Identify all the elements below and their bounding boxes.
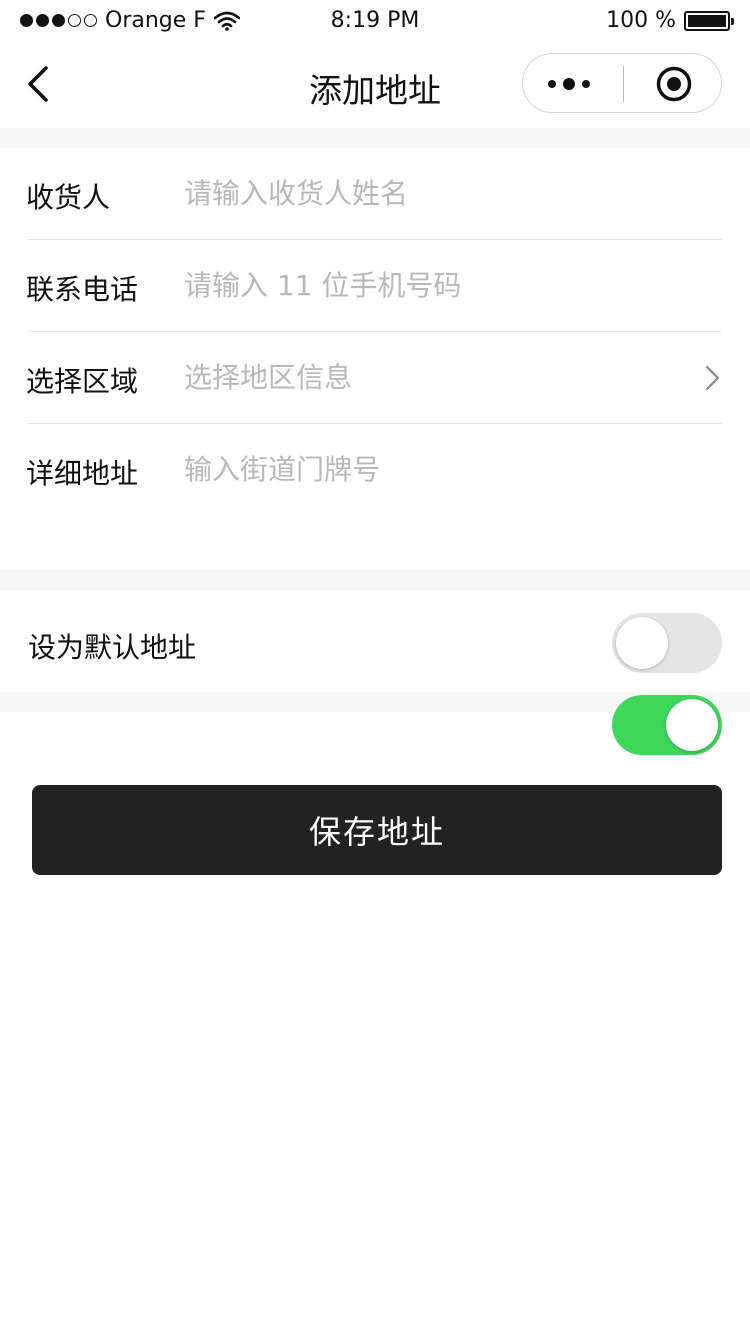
- target-circle-icon[interactable]: [656, 66, 692, 102]
- form-row-phone: 联系电话: [0, 240, 750, 332]
- phone-input[interactable]: [184, 262, 694, 308]
- form-row-detail-address: 详细地址: [0, 424, 750, 570]
- default-address-label: 设为默认地址: [28, 631, 197, 664]
- recipient-label: 收货人: [26, 181, 111, 214]
- default-address-toggle-on[interactable]: [612, 695, 722, 755]
- toggle-knob: [666, 699, 718, 751]
- section-gap: [0, 128, 750, 148]
- region-label: 选择区域: [26, 365, 139, 398]
- chevron-right-icon: [705, 365, 720, 391]
- detail-address-input[interactable]: [184, 446, 694, 492]
- form-row-recipient: 收货人: [0, 148, 750, 240]
- recipient-input[interactable]: [184, 170, 694, 216]
- form-row-region[interactable]: 选择区域: [0, 332, 750, 424]
- region-input[interactable]: [184, 354, 694, 400]
- status-right: 100 %: [606, 8, 734, 33]
- add-address-page: Orange F 8:19 PM 100 % 添加地址 收货人 请输入收货人姓名…: [0, 0, 750, 1334]
- capsule-divider: [623, 66, 624, 102]
- battery-percent: 100 %: [606, 8, 676, 33]
- status-bar: Orange F 8:19 PM 100 %: [0, 0, 750, 40]
- save-address-button[interactable]: 保存地址: [32, 785, 722, 875]
- phone-label: 联系电话: [26, 273, 139, 306]
- navigation-bar: 添加地址: [0, 40, 750, 128]
- more-dots-icon[interactable]: [547, 73, 593, 95]
- default-address-toggle[interactable]: [612, 613, 722, 673]
- mini-program-capsule: [522, 53, 722, 113]
- section-gap: [0, 570, 750, 590]
- battery-icon: [684, 10, 734, 31]
- toggle-knob: [616, 617, 668, 669]
- detail-address-label: 详细地址: [26, 457, 139, 490]
